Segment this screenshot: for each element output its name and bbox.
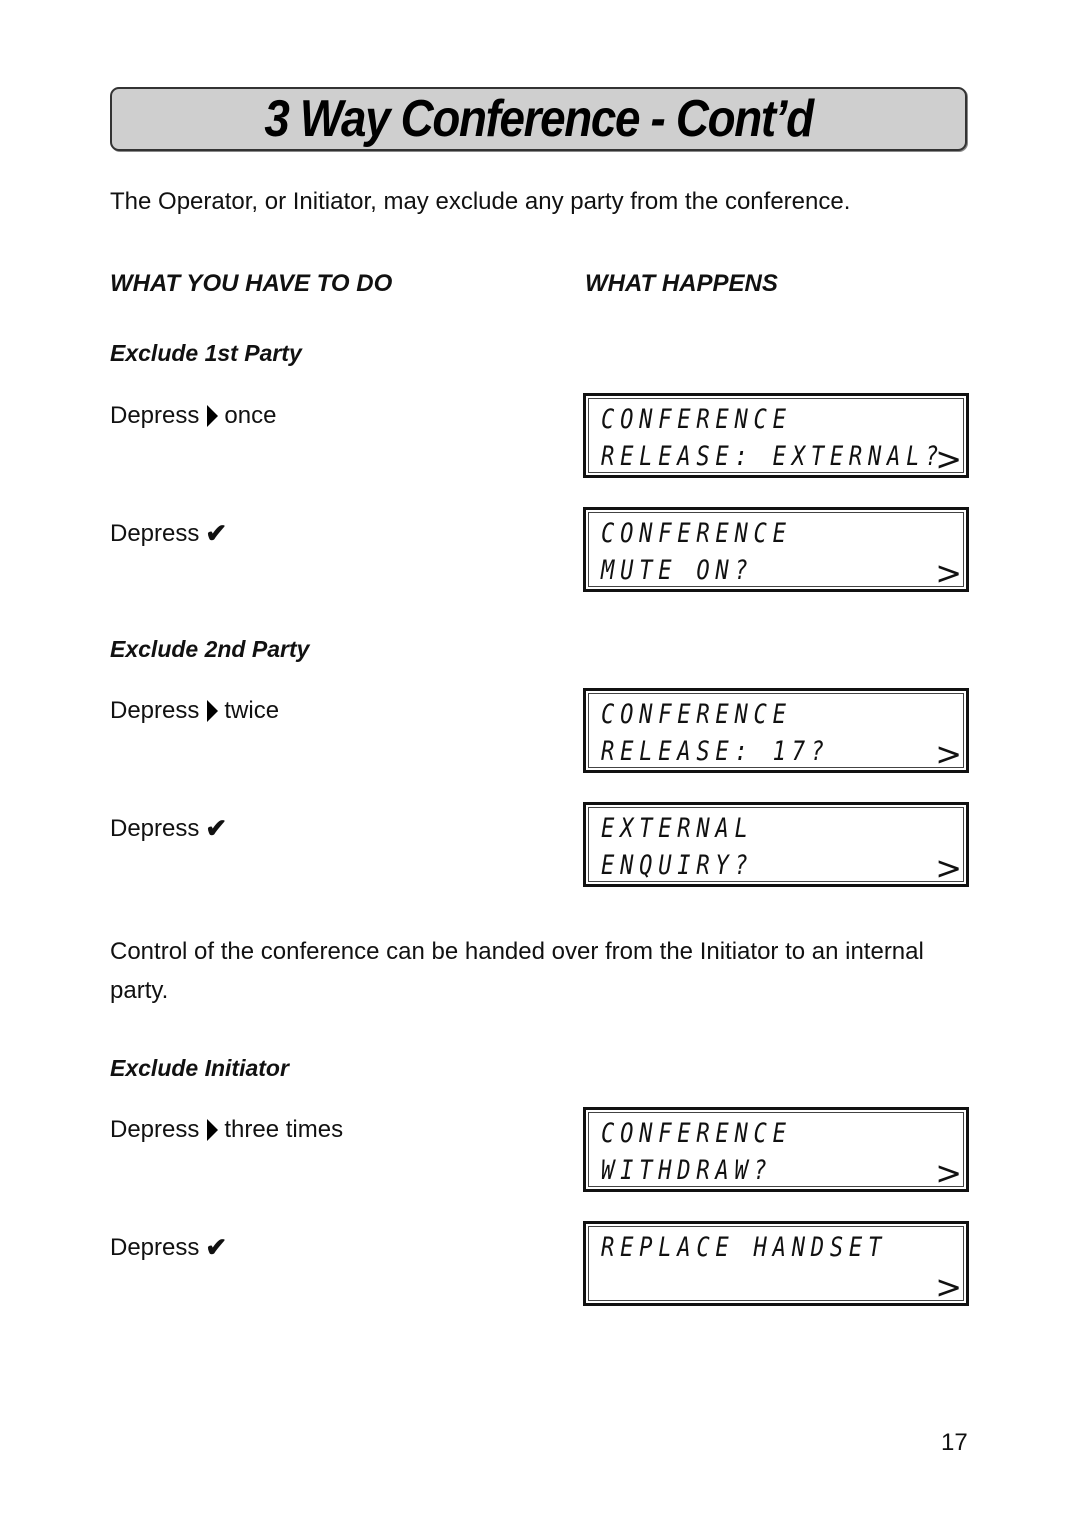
step-verb: Depress: [110, 519, 200, 547]
check-key-icon: ✔: [205, 813, 228, 843]
step-count: twice: [224, 697, 280, 724]
lcd-line-2: RELEASE: 17?: [601, 736, 830, 767]
lcd-line-2: MUTE ON?: [601, 555, 754, 586]
scroll-arrow-icon: >: [935, 849, 962, 887]
lcd-display: EXTERNAL ENQUIRY? >: [583, 802, 969, 887]
step-instruction: Depress twice: [110, 697, 279, 725]
lcd-display: CONFERENCE RELEASE: EXTERNAL? >: [583, 393, 969, 478]
right-arrow-key-icon: [207, 1119, 219, 1141]
step-verb: Depress: [110, 1116, 200, 1143]
lcd-line-2: ENQUIRY?: [601, 850, 754, 881]
page-number: 17: [941, 1429, 968, 1456]
lcd-line-1: CONFERENCE: [601, 1118, 792, 1149]
lcd-line-1: CONFERENCE: [601, 518, 792, 549]
right-arrow-key-icon: [207, 700, 219, 722]
lcd-display: CONFERENCE WITHDRAW? >: [583, 1107, 969, 1192]
step-instruction: Depress ✔: [110, 1232, 227, 1263]
section-heading: Exclude Initiator: [110, 1055, 289, 1081]
scroll-arrow-icon: >: [935, 1154, 962, 1192]
step-instruction: Depress ✔: [110, 518, 227, 549]
step-verb: Depress: [110, 697, 200, 724]
scroll-arrow-icon: >: [935, 554, 962, 592]
step-count: three times: [224, 1116, 344, 1143]
step-instruction: Depress once: [110, 402, 276, 430]
lcd-display: REPLACE HANDSET >: [583, 1221, 969, 1306]
lcd-line-2: WITHDRAW?: [601, 1155, 773, 1186]
section-heading: Exclude 2nd Party: [110, 636, 310, 662]
page-title: 3 Way Conference - Cont’d: [264, 90, 814, 148]
title-banner: 3 Way Conference - Cont’d: [110, 87, 967, 151]
step-verb: Depress: [110, 402, 200, 429]
check-key-icon: ✔: [205, 1232, 228, 1262]
scroll-arrow-icon: >: [935, 735, 962, 773]
intro-text: The Operator, or Initiator, may exclude …: [110, 188, 851, 215]
lcd-display: CONFERENCE MUTE ON? >: [583, 507, 969, 592]
lcd-line-1: EXTERNAL: [601, 813, 754, 844]
check-key-icon: ✔: [205, 518, 228, 548]
section-heading: Exclude 1st Party: [110, 340, 302, 366]
lcd-line-1: REPLACE HANDSET: [601, 1232, 888, 1263]
step-verb: Depress: [110, 1233, 200, 1261]
handover-text: Control of the conference can be handed …: [110, 938, 924, 1004]
step-instruction: Depress three times: [110, 1116, 343, 1144]
lcd-line-1: CONFERENCE: [601, 404, 792, 435]
step-count: once: [224, 402, 277, 429]
lcd-line-1: CONFERENCE: [601, 699, 792, 730]
column-heading-left: WHAT YOU HAVE TO DO: [110, 270, 393, 297]
lcd-line-2: RELEASE: EXTERNAL?: [601, 441, 945, 472]
column-heading-right: WHAT HAPPENS: [585, 270, 778, 297]
lcd-display: CONFERENCE RELEASE: 17? >: [583, 688, 969, 773]
scroll-arrow-icon: >: [935, 440, 962, 478]
step-verb: Depress: [110, 814, 200, 842]
scroll-arrow-icon: >: [935, 1268, 962, 1306]
step-instruction: Depress ✔: [110, 813, 227, 844]
right-arrow-key-icon: [207, 405, 219, 427]
